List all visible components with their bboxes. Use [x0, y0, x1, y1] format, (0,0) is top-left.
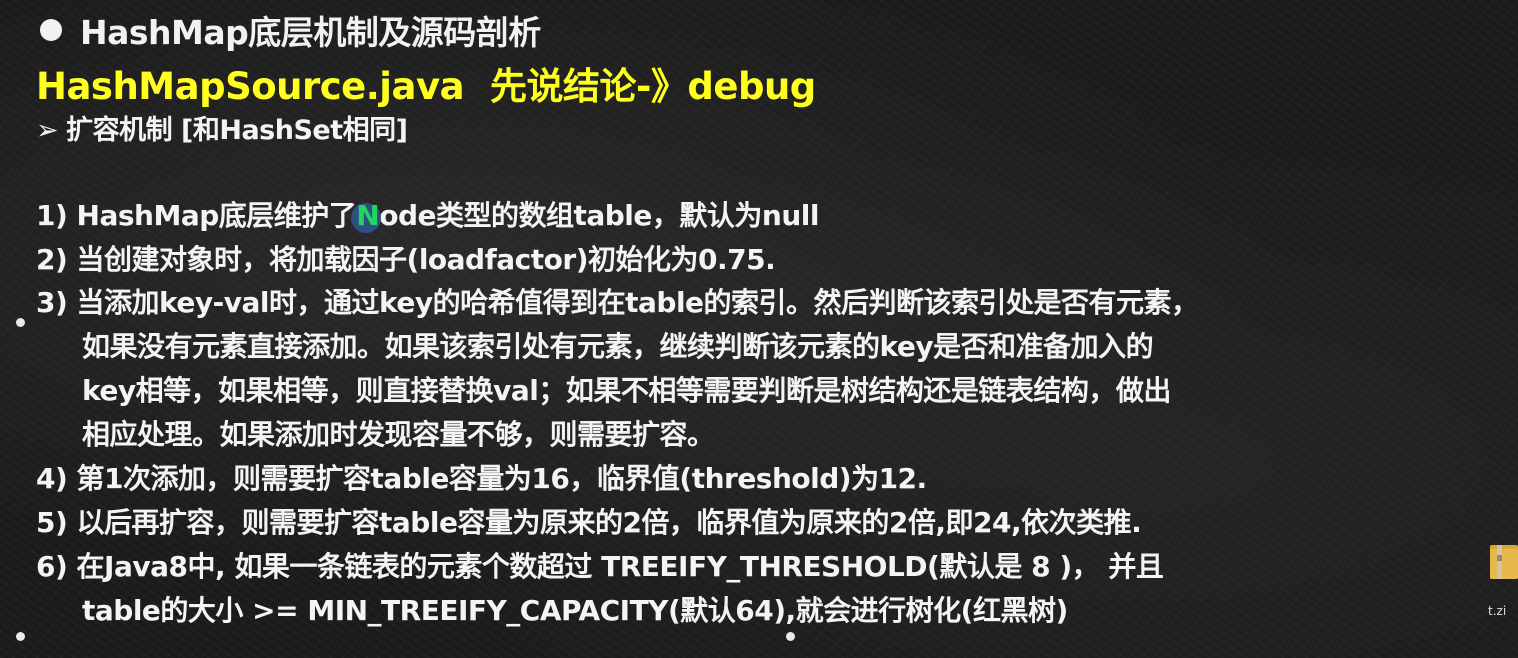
- resize-handle-left[interactable]: [16, 318, 25, 327]
- section-heading-text: 扩容机制 [和HashSet相同]: [66, 115, 408, 146]
- arrow-bullet-icon: ➢: [36, 115, 59, 146]
- folder-icon[interactable]: [1488, 541, 1518, 581]
- item-text: 当创建对象时，将加载因子(loadfactor)初始化为0.75.: [76, 243, 776, 276]
- subtitle-note: 先说结论-》debug: [490, 65, 816, 108]
- mouse-cursor-highlight: N: [351, 199, 382, 233]
- item-number: 1): [36, 199, 68, 232]
- list-item-2: 2) 当创建对象时，将加载因子(loadfactor)初始化为0.75.: [36, 238, 776, 278]
- section-heading: ➢ 扩容机制 [和HashSet相同]: [36, 108, 408, 147]
- item-number: 3): [36, 286, 68, 319]
- slide-subtitle: HashMapSource.java 先说结论-》debug: [36, 56, 816, 110]
- item-number: 4): [36, 462, 68, 495]
- folder-label: t.zi: [1488, 604, 1507, 618]
- item-text: 以后再扩容，则需要扩容table容量为原来的2倍，临界值为原来的2倍,即24,依…: [76, 506, 1142, 539]
- list-item-4: 4) 第1次添加，则需要扩容table容量为16，临界值(threshold)为…: [36, 457, 927, 497]
- resize-handle-bottom[interactable]: [786, 632, 795, 641]
- item-number: 2): [36, 243, 68, 276]
- item-text: 在Java8中, 如果一条链表的元素个数超过 TREEIFY_THRESHOLD…: [76, 550, 1164, 583]
- list-item-3-continuation-1: 如果没有元素直接添加。如果该索引处有元素，继续判断该元素的key是否和准备加入的: [82, 330, 1154, 363]
- slide-title: HashMap底层机制及源码剖析: [40, 6, 541, 54]
- item-text: 当添加key-val时，通过key的哈希值得到在table的索引。然后判断该索引…: [76, 286, 1200, 319]
- source-file-name: HashMapSource.java: [36, 65, 465, 108]
- item-text-post: ode类型的数组table，默认为null: [379, 199, 819, 232]
- resize-handle-bottom-left[interactable]: [16, 632, 25, 641]
- list-item-3-continuation-3: 相应处理。如果添加时发现容量不够，则需要扩容。: [82, 418, 715, 451]
- list-item-3-continuation-2: key相等，如果相等，则直接替换val；如果不相等需要判断是树结构还是链表结构，…: [82, 374, 1171, 407]
- list-item-1: 1) HashMap底层维护了 Node类型的数组table，默认为null: [36, 194, 819, 234]
- list-item-6: 6) 在Java8中, 如果一条链表的元素个数超过 TREEIFY_THRESH…: [36, 545, 1164, 585]
- item-number: 5): [36, 506, 68, 539]
- item-text: 第1次添加，则需要扩容table容量为16，临界值(threshold)为12.: [76, 462, 928, 495]
- item-number: 6): [36, 550, 68, 583]
- list-item-6-continuation-1: table的大小 >= MIN_TREEIFY_CAPACITY(默认64),就…: [82, 594, 1068, 627]
- list-item-5: 5) 以后再扩容，则需要扩容table容量为原来的2倍，临界值为原来的2倍,即2…: [36, 501, 1142, 541]
- item-text-pre: HashMap底层维护了: [76, 199, 357, 232]
- bullet-icon: [40, 19, 62, 41]
- slide-title-text: HashMap底层机制及源码剖析: [80, 13, 541, 52]
- list-item-3: 3) 当添加key-val时，通过key的哈希值得到在table的索引。然后判断…: [36, 281, 1199, 321]
